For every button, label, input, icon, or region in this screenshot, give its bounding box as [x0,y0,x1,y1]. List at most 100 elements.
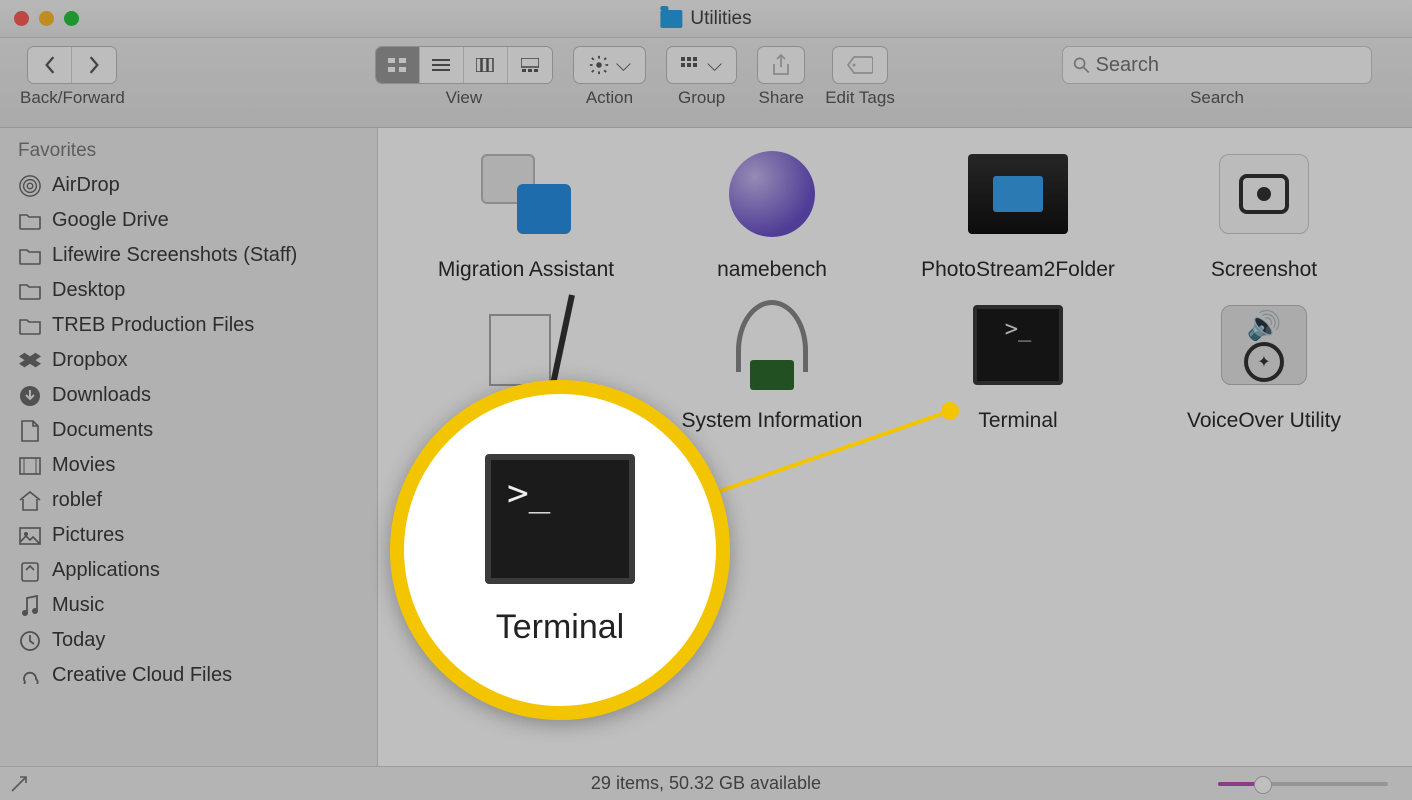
app-system-information[interactable]: System Information [654,289,890,440]
window-title: Utilities [660,8,751,30]
back-forward-group: Back/Forward [20,46,125,108]
documents-icon [18,420,42,442]
share-group: Share [757,46,805,108]
sidebar-item-applications[interactable]: Applications [0,553,377,588]
close-button[interactable] [14,11,29,26]
tag-icon [847,56,873,74]
gear-icon [588,54,610,76]
sidebar-item-treb[interactable]: TREB Production Files [0,308,377,343]
voiceover-icon: 🔊✦ [1214,295,1314,395]
sidebar-item-home[interactable]: roblef [0,483,377,518]
minimize-button[interactable] [39,11,54,26]
folder-icon [18,315,42,337]
app-namebench[interactable]: namebench [654,138,890,289]
zoom-button[interactable] [64,11,79,26]
window-controls [14,11,79,26]
back-button[interactable] [28,47,72,83]
sidebar-item-music[interactable]: Music [0,588,377,623]
icon-view-button[interactable] [376,47,420,83]
share-icon [772,54,790,76]
forward-button[interactable] [72,47,116,83]
sidebar-item-airdrop[interactable]: AirDrop [0,168,377,203]
action-label: Action [586,88,633,108]
column-view-button[interactable] [464,47,508,83]
list-icon [432,58,450,72]
sidebar: Favorites AirDrop Google Drive Lifewire … [0,128,378,766]
back-forward-label: Back/Forward [20,88,125,108]
sidebar-item-movies[interactable]: Movies [0,448,377,483]
sidebar-item-downloads[interactable]: Downloads [0,378,377,413]
search-label: Search [1190,88,1244,108]
share-label: Share [759,88,804,108]
icon-size-slider[interactable] [1218,782,1388,786]
columns-icon [476,58,494,72]
back-forward-segment [27,46,117,84]
window-title-text: Utilities [690,8,751,30]
status-text: 29 items, 50.32 GB available [591,773,821,794]
toolbar: Back/Forward View [0,38,1412,128]
callout-anchor-dot [941,402,959,420]
applications-icon [18,560,42,582]
gallery-view-button[interactable] [508,47,552,83]
sidebar-item-lifewire[interactable]: Lifewire Screenshots (Staff) [0,238,377,273]
search-field[interactable] [1062,46,1372,84]
view-label: View [446,88,483,108]
tags-label: Edit Tags [825,88,895,108]
sidebar-item-pictures[interactable]: Pictures [0,518,377,553]
tags-group: Edit Tags [825,46,895,108]
app-terminal[interactable]: >_ Terminal [900,289,1136,440]
share-button[interactable] [757,46,805,84]
chevron-down-icon: ⌵ [707,54,722,77]
gallery-icon [521,58,539,72]
terminal-icon-large: >_ [485,454,635,584]
app-photostream2folder[interactable]: PhotoStream2Folder [900,138,1136,289]
list-view-button[interactable] [420,47,464,83]
group-button[interactable]: ⌵ [666,46,737,84]
view-group: View [375,46,553,108]
clock-icon [18,630,42,652]
grid-icon [388,58,406,72]
finder-window: Utilities Back/Forward [0,0,1412,800]
chevron-down-icon: ⌵ [616,54,631,77]
screenshot-icon [1214,144,1314,244]
group-label: Group [678,88,725,108]
action-group: ⌵ Action [573,46,646,108]
action-button[interactable]: ⌵ [573,46,646,84]
system-information-icon [722,295,822,395]
sidebar-item-dropbox[interactable]: Dropbox [0,343,377,378]
home-icon [18,490,42,512]
group-group: ⌵ Group [666,46,737,108]
app-migration-assistant[interactable]: Migration Assistant [408,138,644,289]
music-icon [18,595,42,617]
search-icon [1073,56,1090,74]
titlebar: Utilities [0,0,1412,38]
path-button[interactable] [10,775,28,793]
edit-tags-button[interactable] [832,46,888,84]
sidebar-item-documents[interactable]: Documents [0,413,377,448]
downloads-icon [18,385,42,407]
sidebar-item-desktop[interactable]: Desktop [0,273,377,308]
search-input[interactable] [1096,54,1361,77]
folder-icon [18,245,42,267]
folder-icon [18,210,42,232]
window-body: Favorites AirDrop Google Drive Lifewire … [0,128,1412,766]
app-voiceover-utility[interactable]: 🔊✦ VoiceOver Utility [1146,289,1382,440]
callout-label: Terminal [496,608,624,647]
search-group: Search [1062,46,1372,108]
photostream-icon [968,144,1068,244]
sidebar-item-today[interactable]: Today [0,623,377,658]
movies-icon [18,455,42,477]
dropbox-icon [18,350,42,372]
globe-icon [722,144,822,244]
creative-cloud-icon [18,665,42,687]
terminal-icon: >_ [968,295,1068,395]
app-screenshot[interactable]: Screenshot [1146,138,1382,289]
pictures-icon [18,525,42,547]
view-segment [375,46,553,84]
migration-assistant-icon [476,144,576,244]
sidebar-item-creative-cloud[interactable]: Creative Cloud Files [0,658,377,693]
callout-magnifier: >_ Terminal [390,380,730,720]
folder-icon [18,280,42,302]
sidebar-item-google-drive[interactable]: Google Drive [0,203,377,238]
utilities-folder-icon [660,10,682,28]
